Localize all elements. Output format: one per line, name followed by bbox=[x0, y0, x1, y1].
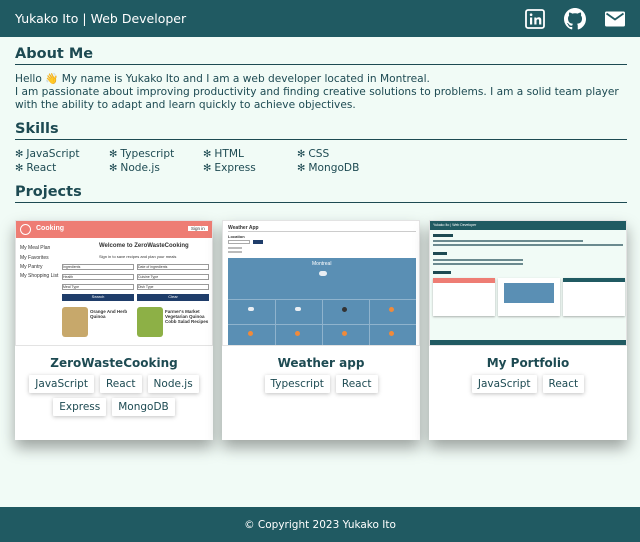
tag: React bbox=[335, 375, 378, 393]
skill-label: React bbox=[26, 162, 57, 174]
preview-city: Montreal bbox=[312, 261, 332, 267]
about-line-1: Hello 👋 My name is Yukako Ito and I am a… bbox=[15, 73, 430, 85]
site-header: Yukako Ito | Web Developer bbox=[0, 0, 640, 37]
project-screenshot[interactable]: Yukako Ito | Web Developer bbox=[429, 220, 627, 346]
tag: JavaScript bbox=[471, 375, 537, 393]
preview-subtitle: Sign in to save recipes and plan your me… bbox=[99, 254, 177, 259]
skills-heading: Skills bbox=[15, 121, 627, 140]
tag: Node.js bbox=[147, 375, 199, 393]
asterisk-icon: ✻ bbox=[109, 162, 118, 174]
portfolio-preview: Yukako Ito | Web Developer bbox=[430, 221, 626, 345]
project-title: Weather app bbox=[277, 356, 365, 370]
github-icon bbox=[564, 7, 586, 29]
tag: React bbox=[99, 375, 142, 393]
project-title: ZeroWasteCooking bbox=[50, 356, 178, 370]
tag: Express bbox=[53, 398, 107, 416]
about-heading: About Me bbox=[15, 46, 627, 65]
skill-item: ✻ MongoDB bbox=[297, 162, 391, 174]
project-screenshot[interactable]: Weather App Location Montreal bbox=[222, 220, 420, 346]
preview-app-name: Cooking bbox=[36, 225, 64, 232]
about-text: Hello 👋 My name is Yukako Ito and I am a… bbox=[15, 73, 627, 112]
project-card-weather-app[interactable]: Weather App Location Montreal Weather ap… bbox=[222, 220, 420, 440]
asterisk-icon: ✻ bbox=[109, 148, 118, 160]
weather-app-preview: Weather App Location Montreal bbox=[223, 221, 419, 345]
preview-welcome: Welcome to ZeroWasteCooking bbox=[99, 243, 189, 249]
preview-recipe-1: Orange And Herb Quinoa bbox=[90, 309, 128, 319]
preview-field-6: Dish Type bbox=[137, 284, 209, 290]
site-footer: © Copyright 2023 Yukako Ito bbox=[0, 507, 640, 542]
asterisk-icon: ✻ bbox=[15, 148, 24, 160]
tag: JavaScript bbox=[29, 375, 94, 393]
projects-list: Cooking Sign in My Meal Plan My Favorite… bbox=[15, 220, 627, 440]
skill-item: ✻ HTML bbox=[203, 148, 297, 160]
preview-title: Yukako Ito | Web Developer bbox=[433, 223, 477, 227]
linkedin-icon bbox=[525, 8, 545, 29]
asterisk-icon: ✻ bbox=[297, 148, 306, 160]
asterisk-icon: ✻ bbox=[15, 162, 24, 174]
skill-item: ✻ CSS bbox=[297, 148, 391, 160]
copyright-text: © Copyright 2023 Yukako Ito bbox=[244, 518, 396, 531]
project-tags: JavaScript React Node.js Express MongoDB bbox=[15, 375, 213, 416]
about-line-2: I am passionate about improving producti… bbox=[15, 86, 619, 111]
email-link[interactable] bbox=[601, 5, 629, 33]
project-title: My Portfolio bbox=[486, 356, 570, 370]
zerowastecooking-preview: Cooking Sign in My Meal Plan My Favorite… bbox=[16, 221, 212, 345]
skill-label: HTML bbox=[214, 148, 244, 160]
preview-sign-in: Sign in bbox=[188, 226, 208, 231]
site-title: Yukako Ito | Web Developer bbox=[15, 11, 187, 26]
asterisk-icon: ✻ bbox=[203, 162, 212, 174]
preview-recipe-2: Farmer's Market Vegetarian Quinoa Cobb S… bbox=[165, 309, 209, 324]
linkedin-link[interactable] bbox=[521, 5, 549, 33]
skills-list: ✻ JavaScript ✻ Typescript ✻ HTML ✻ CSS ✻ Reac… bbox=[15, 148, 627, 174]
preview-menu-3: My Pantry bbox=[20, 264, 43, 270]
mail-icon bbox=[605, 11, 625, 26]
preview-field-1: Ingredients bbox=[62, 264, 134, 270]
social-links bbox=[521, 5, 629, 33]
main-content: About Me Hello 👋 My name is Yukako Ito a… bbox=[15, 46, 627, 203]
project-tags: Typescript React bbox=[222, 375, 420, 393]
skill-item: ✻ Node.js bbox=[109, 162, 203, 174]
preview-menu-4: My Shopping List bbox=[20, 273, 59, 279]
recipe-image-1 bbox=[62, 307, 88, 337]
preview-field-3: Health bbox=[62, 274, 134, 280]
preview-menu-1: My Meal Plan bbox=[20, 245, 51, 251]
projects-heading: Projects bbox=[15, 184, 627, 203]
preview-clear-button: Clear bbox=[137, 294, 209, 301]
skill-label: Typescript bbox=[120, 148, 175, 160]
skill-item: ✻ Typescript bbox=[109, 148, 203, 160]
preview-location-label: Location bbox=[228, 234, 245, 239]
skill-label: JavaScript bbox=[26, 148, 80, 160]
skill-label: CSS bbox=[308, 148, 330, 160]
skill-item: ✻ Express bbox=[203, 162, 297, 174]
project-tags: JavaScript React bbox=[429, 375, 627, 393]
skill-label: MongoDB bbox=[308, 162, 360, 174]
preview-menu-2: My Favorites bbox=[20, 255, 49, 261]
skill-item: ✻ JavaScript bbox=[15, 148, 109, 160]
project-card-my-portfolio[interactable]: Yukako Ito | Web Developer My Portfolio bbox=[429, 220, 627, 440]
skill-item: ✻ React bbox=[15, 162, 109, 174]
preview-field-5: Meal Type bbox=[62, 284, 134, 290]
tag: Typescript bbox=[264, 375, 330, 393]
tag: MongoDB bbox=[112, 398, 175, 416]
preview-field-4: Cuisine Type bbox=[137, 274, 209, 280]
preview-search-button: Search bbox=[62, 294, 134, 301]
tag: React bbox=[542, 375, 585, 393]
skill-label: Node.js bbox=[120, 162, 160, 174]
project-screenshot[interactable]: Cooking Sign in My Meal Plan My Favorite… bbox=[15, 220, 213, 346]
github-link[interactable] bbox=[561, 5, 589, 33]
asterisk-icon: ✻ bbox=[297, 162, 306, 174]
recipe-image-2 bbox=[137, 307, 163, 337]
preview-field-2: Date of ingredients bbox=[137, 264, 209, 270]
skill-label: Express bbox=[214, 162, 256, 174]
asterisk-icon: ✻ bbox=[203, 148, 212, 160]
project-card-zerowastecooking[interactable]: Cooking Sign in My Meal Plan My Favorite… bbox=[15, 220, 213, 440]
